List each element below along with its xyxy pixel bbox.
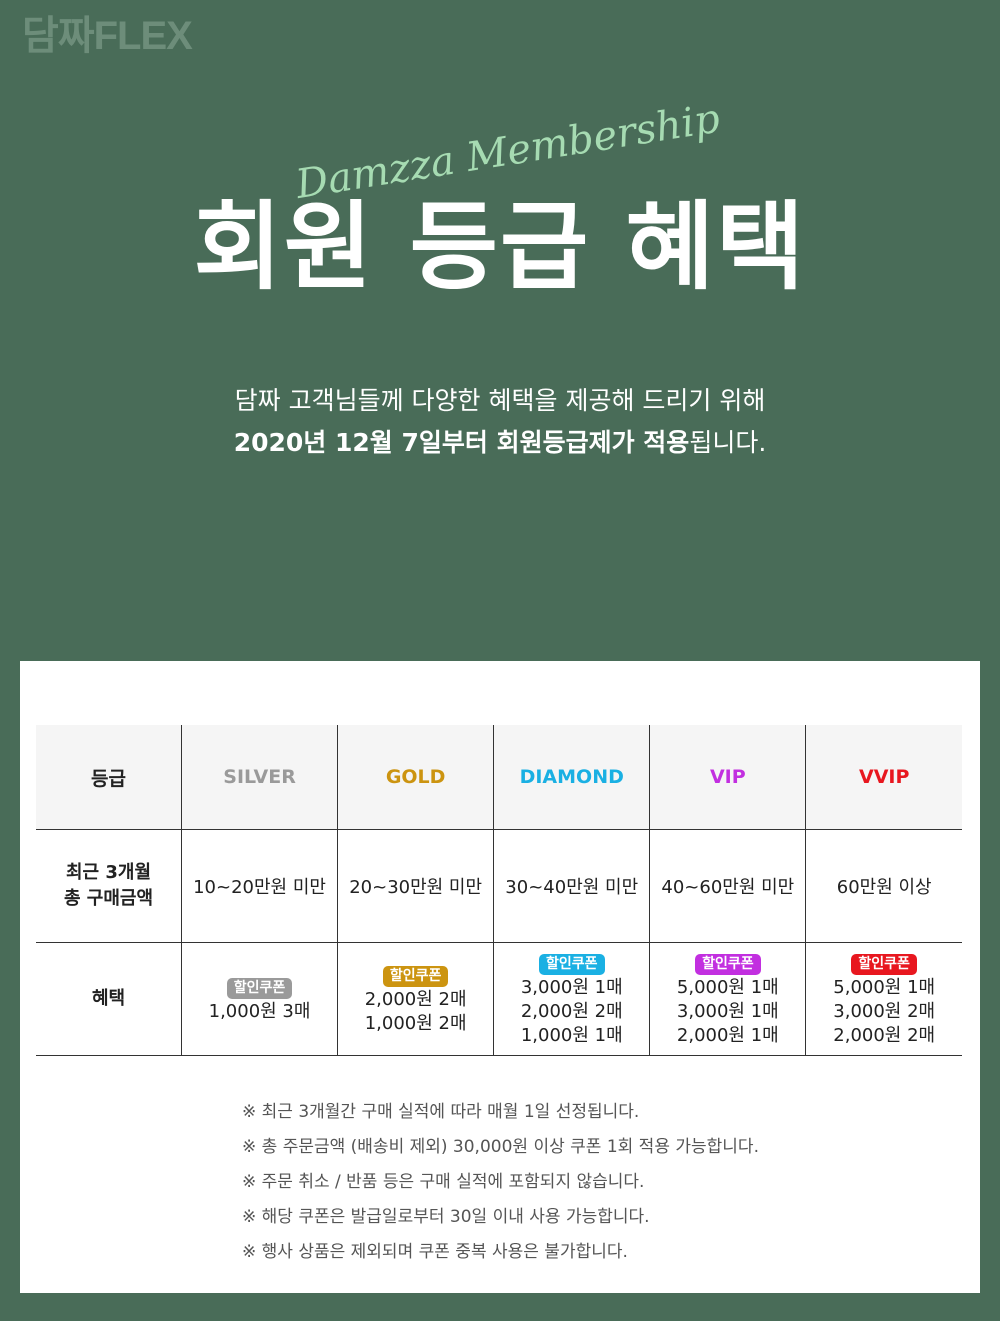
amount-label-line-1: 최근 3개월	[65, 862, 152, 883]
benefit-line: 5,000원 1매	[833, 976, 936, 998]
amount-vvip: 60만원 이상	[805, 829, 962, 943]
grade-vip: VIP	[649, 725, 806, 830]
benefit-line: 5,000원 1매	[676, 976, 779, 998]
note-item: ※ 총 주문금액 (배송비 제외) 30,000원 이상 쿠폰 1회 적용 가능…	[242, 1137, 759, 1157]
coupon-badge: 할인쿠폰	[538, 953, 605, 975]
intro-line-2: 2020년 12월 7일부터 회원등급제가 적용됩니다.	[0, 422, 1000, 464]
benefit-line: 3,000원 2매	[833, 1000, 936, 1022]
brand-logo: 담짜FLEX	[22, 14, 193, 58]
benefit-row: 혜택 할인쿠폰 1,000원 3매 할인쿠폰 2,000원 2매 1,000원 …	[36, 942, 962, 1056]
benefit-line: 3,000원 1매	[676, 1000, 779, 1022]
benefit-line: 2,000원 2매	[364, 988, 467, 1010]
coupon-badge: 할인쿠폰	[851, 953, 917, 975]
amount-gold: 20~30만원 미만	[337, 829, 494, 943]
benefit-line: 1,000원 3매	[208, 1000, 311, 1022]
benefit-vip: 할인쿠폰 5,000원 1매 3,000원 1매 2,000원 1매	[649, 942, 806, 1056]
benefit-label: 혜택	[36, 942, 182, 1056]
membership-panel: 등급 SILVER GOLD DIAMOND VIP VVIP 최근 3개월 총…	[20, 661, 980, 1293]
amount-diamond: 30~40만원 미만	[493, 829, 650, 943]
coupon-badge: 할인쿠폰	[226, 977, 293, 999]
intro-line-1: 담짜 고객님들께 다양한 혜택을 제공해 드리기 위해	[234, 386, 766, 415]
grade-diamond: DIAMOND	[493, 725, 650, 830]
amount-vip: 40~60만원 미만	[649, 829, 806, 943]
intro-line-2-rest: 됩니다.	[689, 428, 767, 457]
benefit-silver: 할인쿠폰 1,000원 3매	[180, 942, 338, 1056]
intro-text: 담짜 고객님들께 다양한 혜택을 제공해 드리기 위해 2020년 12월 7일…	[0, 380, 1000, 464]
page-title: 회원 등급 혜택	[193, 191, 807, 303]
grade-silver: SILVER	[180, 725, 338, 830]
grade-gold: GOLD	[337, 725, 494, 830]
benefit-diamond: 할인쿠폰 3,000원 1매 2,000원 2매 1,000원 1매	[493, 942, 650, 1056]
benefit-line: 1,000원 1매	[520, 1024, 623, 1046]
notes-list: ※ 최근 3개월간 구매 실적에 따라 매월 1일 선정됩니다. ※ 총 주문금…	[242, 1095, 759, 1270]
grade-header-label: 등급	[36, 725, 182, 830]
grade-header-row: 등급 SILVER GOLD DIAMOND VIP VVIP	[36, 725, 962, 830]
amount-label-line-2: 총 구매금액	[63, 888, 154, 909]
note-item: ※ 최근 3개월간 구매 실적에 따라 매월 1일 선정됩니다.	[242, 1102, 640, 1122]
coupon-badge: 할인쿠폰	[382, 965, 449, 987]
amount-silver: 10~20만원 미만	[180, 829, 338, 943]
benefit-line: 3,000원 1매	[520, 976, 623, 998]
benefit-vvip: 할인쿠폰 5,000원 1매 3,000원 2매 2,000원 2매	[805, 942, 962, 1056]
note-item: ※ 해당 쿠폰은 발급일로부터 30일 이내 사용 가능합니다.	[242, 1207, 650, 1227]
intro-line-2-bold: 2020년 12월 7일부터 회원등급제가 적용	[233, 428, 690, 457]
benefit-line: 1,000원 2매	[364, 1012, 467, 1034]
amount-label: 최근 3개월 총 구매금액	[36, 829, 182, 943]
amount-row: 최근 3개월 총 구매금액 10~20만원 미만 20~30만원 미만 30~4…	[36, 829, 962, 943]
coupon-badge: 할인쿠폰	[695, 953, 761, 975]
note-item: ※ 행사 상품은 제외되며 쿠폰 중복 사용은 불가합니다.	[242, 1242, 628, 1262]
grade-vvip: VVIP	[805, 725, 962, 830]
benefit-line: 2,000원 2매	[833, 1024, 936, 1046]
grade-table: 등급 SILVER GOLD DIAMOND VIP VVIP 최근 3개월 총…	[36, 725, 962, 1056]
benefit-line: 2,000원 2매	[520, 1000, 623, 1022]
benefit-gold: 할인쿠폰 2,000원 2매 1,000원 2매	[337, 942, 494, 1056]
note-item: ※ 주문 취소 / 반품 등은 구매 실적에 포함되지 않습니다.	[242, 1172, 645, 1192]
benefit-line: 2,000원 1매	[676, 1024, 779, 1046]
